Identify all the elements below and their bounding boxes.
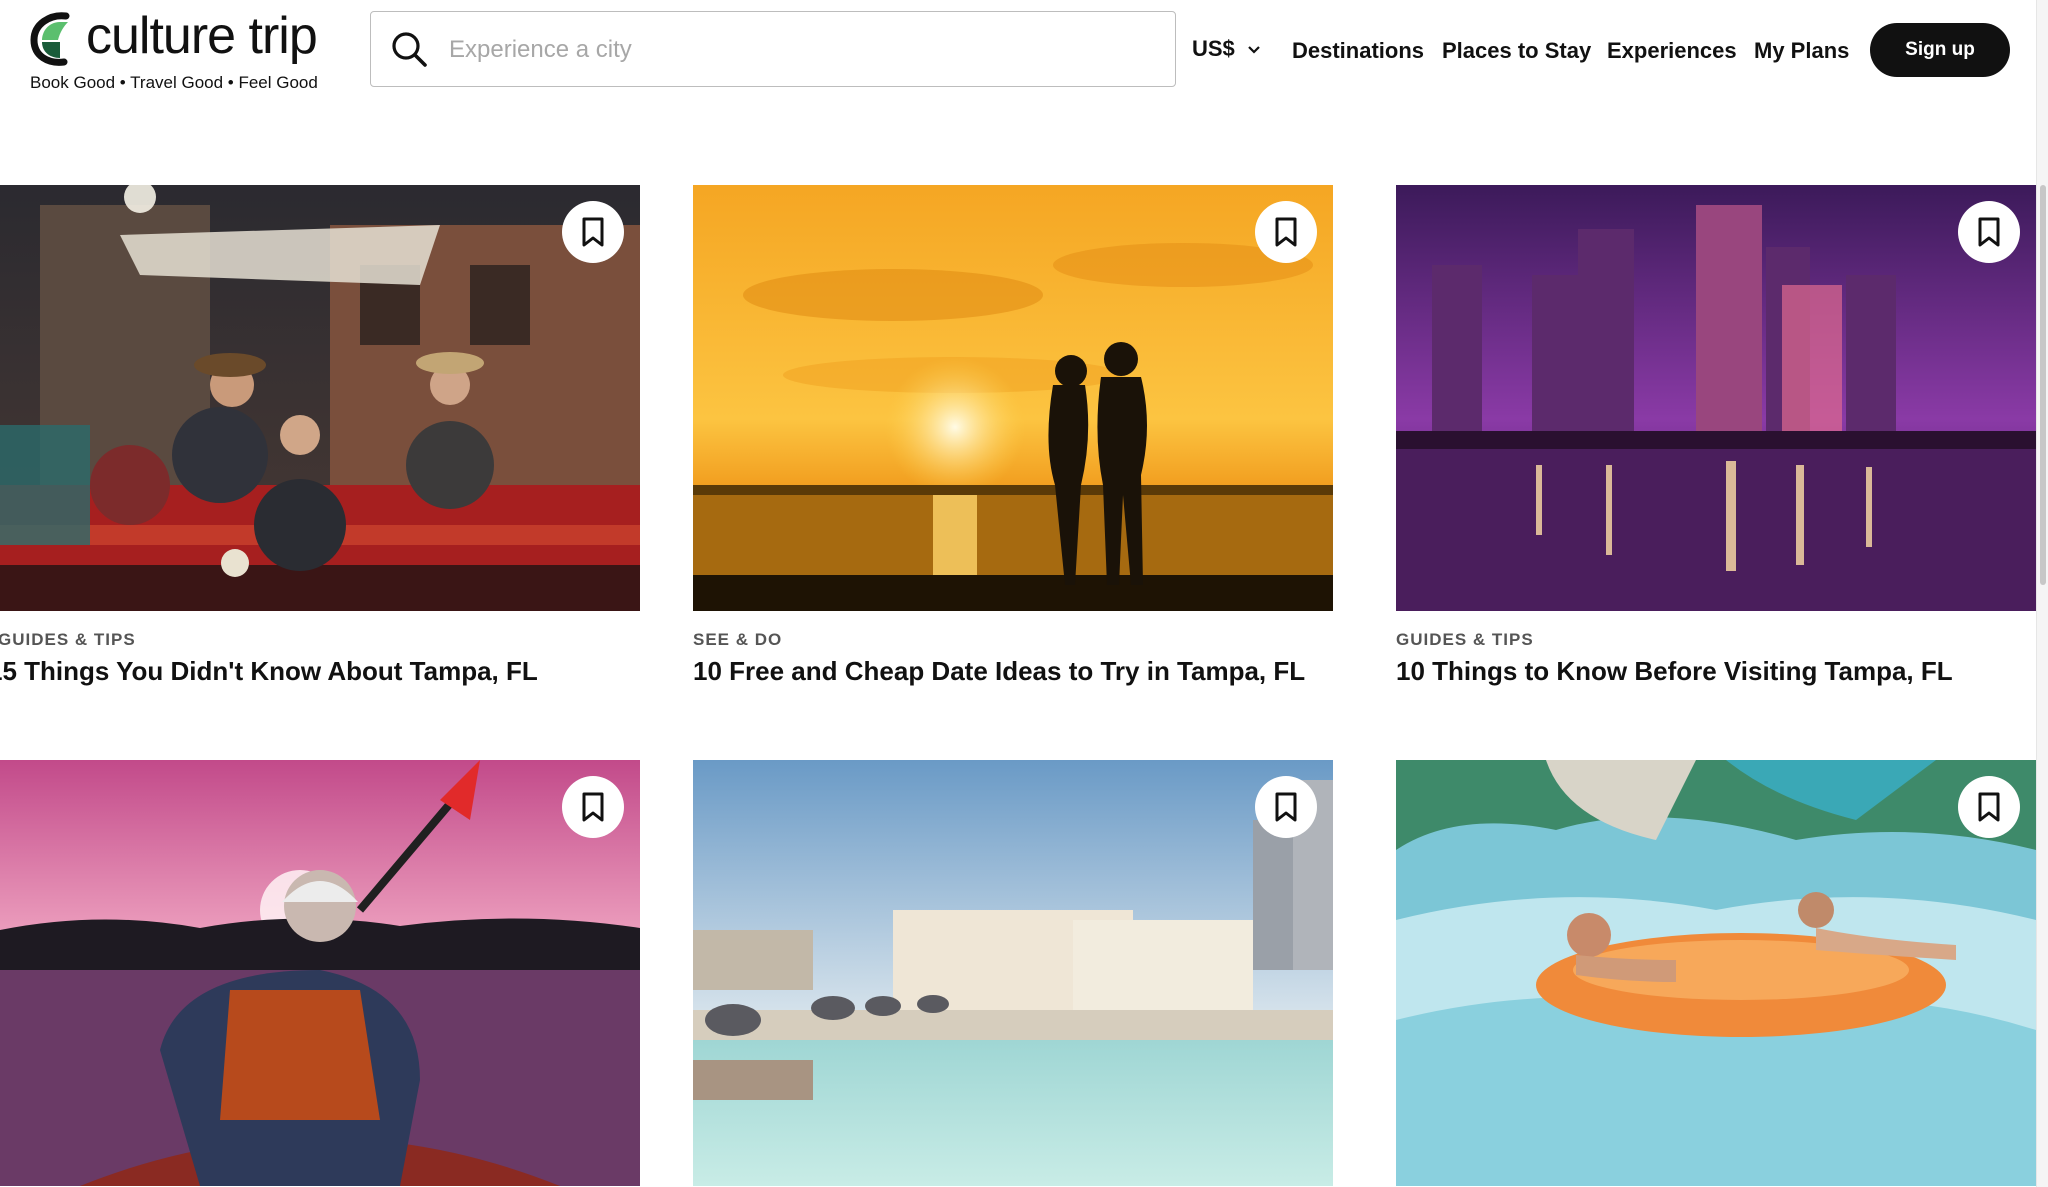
bookmark-button[interactable] bbox=[1958, 776, 2020, 838]
article-image-skyline[interactable] bbox=[1396, 185, 2036, 611]
brand-name: culture trip bbox=[86, 7, 318, 65]
brand-logo[interactable]: culture trip Book Good • Travel Good • F… bbox=[30, 7, 350, 96]
bookmark-icon bbox=[582, 792, 604, 822]
article-title[interactable]: 10 Free and Cheap Date Ideas to Try in T… bbox=[693, 656, 1305, 687]
culture-trip-logo-icon bbox=[30, 12, 70, 66]
article-category: SEE & DO bbox=[693, 630, 783, 649]
nav-experiences[interactable]: Experiences bbox=[1607, 38, 1737, 64]
bookmark-button[interactable] bbox=[1255, 776, 1317, 838]
article-title[interactable]: 10 Things to Know Before Visiting Tampa,… bbox=[1396, 656, 1953, 687]
article-image-water-park[interactable] bbox=[1396, 760, 2036, 1186]
nav-destinations[interactable]: Destinations bbox=[1292, 38, 1424, 64]
nav-places-to-stay[interactable]: Places to Stay bbox=[1442, 38, 1591, 64]
page: culture trip Book Good • Travel Good • F… bbox=[0, 0, 2048, 1187]
bookmark-icon bbox=[1275, 217, 1297, 247]
nav-my-plans[interactable]: My Plans bbox=[1754, 38, 1849, 64]
article-card[interactable] bbox=[693, 760, 1333, 1187]
currency-label: US$ bbox=[1192, 36, 1235, 61]
article-card[interactable] bbox=[1396, 185, 2036, 705]
article-category: GUIDES & TIPS bbox=[0, 630, 136, 649]
search-box[interactable] bbox=[370, 11, 1176, 87]
brand-tagline: Book Good • Travel Good • Feel Good bbox=[30, 73, 318, 92]
article-image-kayak[interactable] bbox=[0, 760, 640, 1186]
bookmark-button[interactable] bbox=[1255, 201, 1317, 263]
article-card[interactable] bbox=[693, 185, 1333, 705]
scrollbar-thumb[interactable] bbox=[2040, 185, 2046, 585]
page-scrollbar[interactable] bbox=[2036, 0, 2048, 1187]
bookmark-button[interactable] bbox=[562, 776, 624, 838]
chevron-down-icon bbox=[1248, 46, 1260, 54]
article-card[interactable] bbox=[1396, 760, 2036, 1187]
search-input[interactable] bbox=[447, 12, 1151, 87]
article-image-parade[interactable] bbox=[0, 185, 640, 611]
article-card[interactable] bbox=[0, 760, 640, 1187]
article-category: GUIDES & TIPS bbox=[1396, 630, 1534, 649]
article-image-pool[interactable] bbox=[693, 760, 1333, 1186]
article-card[interactable] bbox=[0, 185, 640, 705]
article-image-sunset-couple[interactable] bbox=[693, 185, 1333, 611]
article-title[interactable]: 15 Things You Didn't Know About Tampa, F… bbox=[0, 656, 538, 687]
bookmark-icon bbox=[1978, 792, 2000, 822]
bookmark-button[interactable] bbox=[1958, 201, 2020, 263]
sign-up-button[interactable]: Sign up bbox=[1870, 23, 2010, 77]
bookmark-icon bbox=[1275, 792, 1297, 822]
currency-selector[interactable]: US$ bbox=[1192, 36, 1261, 62]
site-header: culture trip Book Good • Travel Good • F… bbox=[0, 0, 2036, 100]
bookmark-icon bbox=[582, 217, 604, 247]
search-icon bbox=[392, 32, 427, 67]
bookmark-icon bbox=[1978, 217, 2000, 247]
bookmark-button[interactable] bbox=[562, 201, 624, 263]
